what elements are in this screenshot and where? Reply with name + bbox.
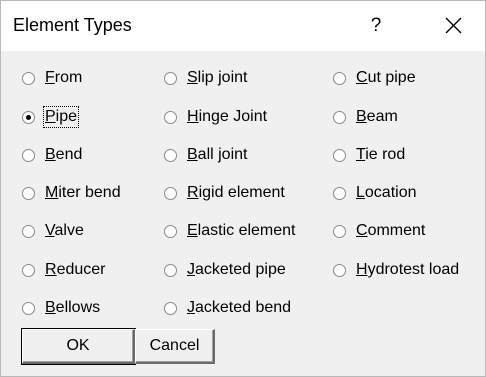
radio-label: Hinge Joint xyxy=(187,108,268,125)
radio-label: Ball joint xyxy=(187,146,248,163)
radio-label: Elastic element xyxy=(187,222,296,239)
cancel-button[interactable]: Cancel xyxy=(135,329,215,364)
radio-button xyxy=(333,224,346,238)
radio-button xyxy=(333,186,346,200)
radio-label: Jacketed bend xyxy=(187,299,292,316)
radio-jacketed-bend[interactable]: Jacketed bend xyxy=(164,296,291,320)
radio-label: Tie rod xyxy=(356,146,406,163)
radio-elastic-element[interactable]: Elastic element xyxy=(164,219,296,243)
radio-slip-joint[interactable]: Slip joint xyxy=(164,66,247,90)
radio-hinge-joint[interactable]: Hinge Joint xyxy=(164,105,267,129)
radio-button xyxy=(164,263,177,277)
radio-label: From xyxy=(45,69,83,86)
radio-jacketed-pipe[interactable]: Jacketed pipe xyxy=(164,258,286,282)
radio-button xyxy=(22,148,35,162)
radio-label: Cut pipe xyxy=(356,69,416,86)
radio-pipe[interactable]: Pipe xyxy=(22,105,80,129)
close-icon xyxy=(445,17,461,34)
radio-button xyxy=(164,148,177,162)
radio-button xyxy=(22,224,35,238)
radio-comment[interactable]: Comment xyxy=(333,219,425,243)
radio-button xyxy=(164,186,177,200)
radio-valve[interactable]: Valve xyxy=(22,219,84,243)
radio-label: Comment xyxy=(356,222,426,239)
radio-button xyxy=(22,301,35,315)
radio-bellows[interactable]: Bellows xyxy=(22,296,100,320)
radio-rigid-element[interactable]: Rigid element xyxy=(164,181,285,205)
radio-reducer[interactable]: Reducer xyxy=(22,258,105,282)
radio-label: Slip joint xyxy=(187,69,248,86)
radio-label: Pipe xyxy=(42,106,80,128)
radio-button xyxy=(22,186,35,200)
radio-label: Valve xyxy=(45,222,84,239)
radio-button xyxy=(164,301,177,315)
radio-label: Location xyxy=(356,184,417,201)
radio-button xyxy=(333,71,346,85)
radio-label: Miter bend xyxy=(45,184,121,201)
radio-label: Jacketed pipe xyxy=(187,261,286,278)
radio-bend[interactable]: Bend xyxy=(22,143,82,167)
radio-ball-joint[interactable]: Ball joint xyxy=(164,143,247,167)
radio-label: Rigid element xyxy=(187,184,285,201)
radio-miter-bend[interactable]: Miter bend xyxy=(22,181,121,205)
radio-cut-pipe[interactable]: Cut pipe xyxy=(333,66,416,90)
radio-button xyxy=(164,110,177,124)
radio-tie-rod[interactable]: Tie rod xyxy=(333,143,405,167)
radio-button xyxy=(333,110,346,124)
radio-button xyxy=(333,148,346,162)
title-bar: Element Types ? xyxy=(1,1,485,51)
radio-label: Bellows xyxy=(45,299,101,316)
ok-button[interactable]: OK xyxy=(21,328,136,365)
radio-location[interactable]: Location xyxy=(333,181,417,205)
radio-label: Hydrotest load xyxy=(356,261,460,278)
help-button[interactable]: ? xyxy=(356,9,396,43)
radio-button xyxy=(164,71,177,85)
element-types-dialog: Element Types ? From Pipe Bend Miter ben… xyxy=(0,0,486,377)
radio-label: Beam xyxy=(356,108,398,125)
radio-hydrotest-load[interactable]: Hydrotest load xyxy=(333,258,459,282)
radio-button xyxy=(333,263,346,277)
radio-label: Reducer xyxy=(45,261,106,278)
radio-beam[interactable]: Beam xyxy=(333,105,398,129)
dialog-title: Element Types xyxy=(13,15,132,35)
radio-button xyxy=(22,263,35,277)
radio-label: Bend xyxy=(45,146,83,163)
close-button[interactable] xyxy=(433,9,473,43)
radio-from[interactable]: From xyxy=(22,66,82,90)
radio-button xyxy=(22,71,35,85)
radio-button-selected xyxy=(22,110,35,124)
radio-button xyxy=(164,224,177,238)
